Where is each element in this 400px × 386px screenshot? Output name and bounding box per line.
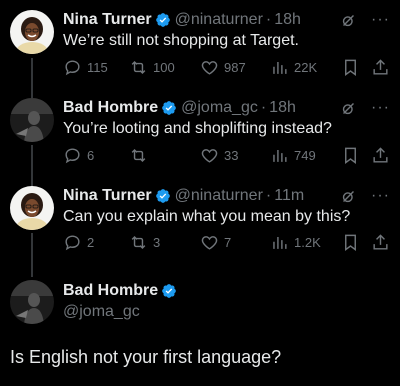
separator-dot: ·: [260, 99, 267, 116]
share-icon: [373, 233, 388, 250]
verified-badge-icon: [162, 284, 176, 298]
display-name[interactable]: Bad Hombre: [63, 282, 158, 300]
reply-button[interactable]: 2: [63, 232, 94, 252]
reply-count: 2: [87, 234, 95, 250]
main-tweet[interactable]: [0, 266, 400, 386]
like-button[interactable]: 33: [200, 145, 238, 165]
retweet-button[interactable]: 100: [129, 57, 175, 77]
more-options-icon[interactable]: ···: [371, 12, 390, 28]
tweet-header: Bad Hombre @joma_gc · 18h ···: [63, 98, 390, 118]
views-button[interactable]: 22K: [270, 57, 317, 77]
verified-badge-icon: [162, 101, 176, 115]
more-options-icon[interactable]: ···: [371, 100, 390, 116]
views-button[interactable]: 749: [270, 145, 316, 165]
tweet-text: Can you explain what you mean by this?: [63, 208, 351, 225]
tweet-nina-1[interactable]: Nina Turner @ninaturner · 18h ··· We’re …: [0, 0, 400, 88]
reply-button[interactable]: 115: [63, 57, 108, 77]
tweet-bad-hombre-1[interactable]: Bad Hombre @joma_gc · 18h ··· You’re loo…: [0, 88, 400, 176]
retweet-count: 3: [153, 234, 161, 250]
retweet-icon: [131, 235, 146, 249]
username-handle[interactable]: @joma_gc: [181, 99, 258, 117]
separator-dot: ·: [265, 187, 272, 204]
separator-dot: ·: [265, 11, 272, 28]
heart-icon: [201, 235, 218, 250]
reply-icon: [65, 234, 80, 250]
timestamp[interactable]: 18h: [274, 11, 301, 29]
tweet-header: Nina Turner @ninaturner · 11m ···: [63, 186, 390, 206]
main-tweet-text: Is English not your first language?: [10, 347, 282, 367]
like-count: 987: [224, 59, 246, 75]
bookmark-icon: [345, 234, 356, 251]
username-handle[interactable]: @ninaturner: [175, 11, 263, 29]
reply-button[interactable]: 6: [63, 145, 94, 165]
avatar[interactable]: [10, 10, 54, 54]
action-bar: 6 33 749: [63, 145, 392, 165]
view-count: 1.2K: [294, 234, 321, 250]
display-name[interactable]: Nina Turner: [63, 11, 152, 29]
retweet-icon: [131, 60, 146, 74]
share-button[interactable]: [371, 232, 390, 252]
tweet-text: We’re still not shopping at Target.: [63, 32, 299, 49]
action-bar: 2 3 7 1.2K: [63, 232, 392, 252]
action-bar: 115 100 987 22K: [63, 57, 392, 77]
grok-icon[interactable]: [340, 12, 357, 29]
bookmark-button[interactable]: [341, 57, 360, 77]
views-icon: [273, 149, 287, 162]
view-count: 22K: [294, 59, 318, 75]
retweet-count: 100: [153, 59, 175, 75]
share-button[interactable]: [371, 145, 390, 165]
views-button[interactable]: 1.2K: [270, 232, 321, 252]
verified-badge-icon: [155, 189, 170, 203]
retweet-button[interactable]: 3: [129, 232, 160, 252]
like-count: 33: [224, 147, 239, 163]
tweet-nina-2[interactable]: Nina Turner @ninaturner · 11m ··· Can yo…: [0, 176, 400, 266]
avatar[interactable]: [10, 280, 54, 324]
username-handle[interactable]: @ninaturner: [175, 187, 263, 205]
retweet-button[interactable]: [129, 145, 153, 165]
share-icon: [373, 58, 388, 75]
bookmark-button[interactable]: [341, 145, 360, 165]
timestamp[interactable]: 18h: [269, 99, 296, 117]
display-name[interactable]: Bad Hombre: [63, 99, 158, 117]
tweet-text: You’re looting and shoplifting instead?: [63, 120, 332, 137]
tweet-header: Nina Turner @ninaturner · 18h ···: [63, 10, 390, 30]
retweet-icon: [131, 148, 146, 162]
view-count: 749: [294, 147, 316, 163]
reply-count: 115: [87, 59, 108, 75]
share-icon: [373, 146, 388, 163]
reply-count: 6: [87, 147, 95, 163]
heart-icon: [201, 60, 218, 75]
bookmark-button[interactable]: [341, 232, 360, 252]
views-icon: [273, 236, 287, 249]
grok-icon[interactable]: [340, 100, 357, 117]
like-button[interactable]: 7: [200, 232, 231, 252]
verified-badge-icon: [155, 13, 170, 27]
like-button[interactable]: 987: [200, 57, 246, 77]
bookmark-icon: [345, 147, 356, 164]
avatar[interactable]: [10, 98, 54, 142]
avatar[interactable]: [10, 186, 54, 230]
reply-icon: [65, 147, 80, 163]
share-button[interactable]: [371, 57, 390, 77]
grok-icon[interactable]: [340, 188, 357, 205]
bookmark-icon: [345, 59, 356, 76]
heart-icon: [201, 148, 218, 163]
reply-icon: [65, 59, 80, 75]
more-options-icon[interactable]: ···: [371, 188, 390, 204]
username-handle[interactable]: @joma_gc: [63, 303, 140, 321]
like-count: 7: [224, 234, 232, 250]
views-icon: [273, 61, 287, 74]
timestamp[interactable]: 11m: [274, 187, 304, 205]
main-author: Bad Hombre: [63, 282, 181, 300]
display-name[interactable]: Nina Turner: [63, 187, 152, 205]
